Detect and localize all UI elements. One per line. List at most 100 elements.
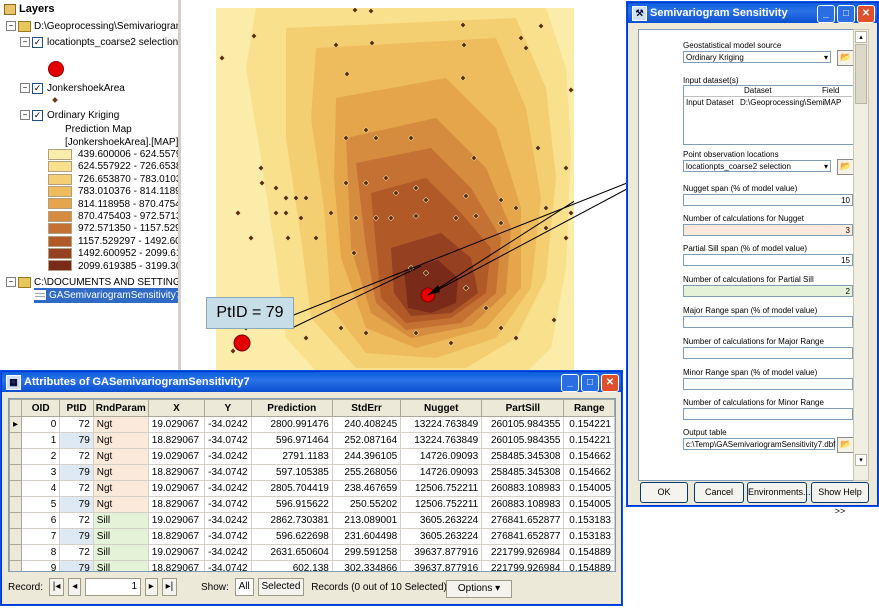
layer-visibility-checkbox[interactable]: ✓ xyxy=(32,109,43,121)
column-header[interactable]: PartSill xyxy=(481,399,565,417)
minor-span-input[interactable] xyxy=(683,378,853,390)
column-header[interactable]: Y xyxy=(204,399,252,417)
minimize-button[interactable]: _ xyxy=(561,374,579,392)
minimize-button[interactable]: _ xyxy=(817,5,835,23)
nugget-calc-label: Number of calculations for Nugget xyxy=(683,214,804,223)
row-selector[interactable] xyxy=(9,432,23,449)
column-header[interactable]: Prediction xyxy=(250,399,333,417)
toc-layer-selection[interactable]: − ✓ locationpts_coarse2 selection xyxy=(20,35,178,50)
grid-row-field[interactable]: MAP xyxy=(824,98,841,107)
cancel-button[interactable]: Cancel xyxy=(694,482,744,503)
table-cell: -34.0742 xyxy=(204,560,252,571)
next-record-button[interactable]: ▸ xyxy=(144,578,158,597)
attribute-grid[interactable]: OID PtID RndParam X Y Prediction StdErr Nugget P… xyxy=(8,398,616,572)
row-selector[interactable] xyxy=(9,560,23,571)
grid-row-dataset[interactable]: D:\Geoprocessing\Semi xyxy=(740,98,824,107)
table-cell: 240.408245 xyxy=(331,416,402,433)
selected-point-79[interactable] xyxy=(233,334,251,352)
row-selector[interactable] xyxy=(9,496,23,513)
layers-header[interactable]: Layers xyxy=(4,2,54,17)
row-selector[interactable]: ▸ xyxy=(9,416,23,433)
row-selector[interactable] xyxy=(9,528,23,545)
dropdown-arrow-icon: ▾ xyxy=(495,583,501,594)
table-row[interactable]: 4 72 Ngt 19.029067 -34.0242 2805.704419 238.46… xyxy=(9,480,615,497)
input-datasets-grid[interactable]: Dataset Field Input Dataset D:\Geoproces… xyxy=(683,85,855,145)
environments-button[interactable]: Environments... xyxy=(747,482,811,503)
scroll-down-icon[interactable]: ▾ xyxy=(855,454,867,466)
row-selector[interactable] xyxy=(9,512,23,529)
table-cell: -34.0242 xyxy=(204,480,252,497)
table-row[interactable]: ▸ 0 72 Ngt 19.029067 -34.0242 2800.991476 240.4… xyxy=(9,416,615,433)
scroll-up-icon[interactable]: ▴ xyxy=(855,31,867,43)
legend-label: 814.118958 - 870.475403 xyxy=(78,198,181,210)
table-cell: 0.154005 xyxy=(563,496,615,513)
minor-span-label: Minor Range span (% of model value) xyxy=(683,368,818,377)
nugget-calc-input[interactable]: 3 xyxy=(683,224,853,236)
close-button[interactable]: ✕ xyxy=(857,5,875,23)
ok-button[interactable]: OK xyxy=(640,482,688,503)
table-cell: 19.029067 xyxy=(147,544,206,561)
attributes-titlebar[interactable]: ▦ Attributes of GASemivariogramSensitivi… xyxy=(2,372,621,392)
table-row[interactable]: 5 79 Ngt 18.829067 -34.0742 596.915622 250.552… xyxy=(9,496,615,513)
column-header[interactable]: RndParam xyxy=(92,399,149,417)
column-header[interactable]: PtID xyxy=(59,399,94,417)
show-all-button[interactable]: All xyxy=(234,578,254,597)
collapse-icon[interactable]: − xyxy=(6,277,16,288)
layer-label: Ordinary Kriging xyxy=(47,110,120,121)
toc-table-label: GASemivariogramSensitivity7 xyxy=(49,290,181,301)
output-table-input[interactable]: c:\Temp\GASemivariogramSensitivity7.dbf xyxy=(683,438,835,450)
table-row[interactable]: 1 79 Ngt 18.829067 -34.0742 596.971464 252.087… xyxy=(9,432,615,449)
row-selector[interactable] xyxy=(9,464,23,481)
layer-visibility-checkbox[interactable]: ✓ xyxy=(32,36,43,48)
row-selector[interactable] xyxy=(9,480,23,497)
table-row[interactable]: 6 72 Sill 19.029067 -34.0242 2862.730381 213.0… xyxy=(9,512,615,529)
table-row[interactable]: 8 72 Sill 19.029067 -34.0242 2631.650604 299.5… xyxy=(9,544,615,561)
geo-model-select[interactable]: Ordinary Kriging xyxy=(683,51,831,64)
prev-record-button[interactable]: ◂ xyxy=(68,578,82,597)
vertical-scrollbar[interactable]: ▴ ▾ xyxy=(853,29,869,481)
major-calc-input[interactable] xyxy=(683,347,853,359)
first-record-button[interactable]: |◂ xyxy=(48,578,65,597)
table-cell: 4 xyxy=(21,480,61,497)
column-header[interactable]: X xyxy=(147,399,206,417)
table-row[interactable]: 3 79 Ngt 18.829067 -34.0742 597.105385 255.268… xyxy=(9,464,615,481)
show-help-button[interactable]: Show Help >> xyxy=(811,482,869,516)
collapse-icon[interactable]: − xyxy=(20,83,30,94)
table-cell: Ngt xyxy=(92,432,149,449)
toc-table-item[interactable]: GASemivariogramSensitivity7 xyxy=(34,288,181,303)
column-header[interactable]: Nugget xyxy=(400,399,483,417)
column-header[interactable]: StdErr xyxy=(331,399,402,417)
minor-calc-input[interactable] xyxy=(683,408,853,420)
toc-layer-kriging[interactable]: − ✓ Ordinary Kriging xyxy=(20,108,119,123)
row-selector[interactable] xyxy=(9,544,23,561)
collapse-icon[interactable]: − xyxy=(20,110,30,121)
psill-calc-input[interactable]: 2 xyxy=(683,285,853,297)
maximize-button[interactable]: □ xyxy=(837,5,855,23)
maximize-button[interactable]: □ xyxy=(581,374,599,392)
table-row[interactable]: 2 72 Ngt 19.029067 -34.0242 2791.1183 244.3961… xyxy=(9,448,615,465)
collapse-icon[interactable]: − xyxy=(6,21,16,32)
major-span-input[interactable] xyxy=(683,316,853,328)
table-row[interactable]: 7 79 Sill 18.829067 -34.0742 596.622698 231.60… xyxy=(9,528,615,545)
scroll-thumb[interactable] xyxy=(855,44,867,104)
semivariogram-titlebar[interactable]: ⚒ Semivariogram Sensitivity _ □ ✕ xyxy=(628,3,877,23)
row-selector[interactable] xyxy=(9,448,23,465)
column-header[interactable]: OID xyxy=(21,399,61,417)
nugget-span-input[interactable]: 10 xyxy=(683,194,853,206)
selected-point-72[interactable] xyxy=(420,287,436,303)
layer-visibility-checkbox[interactable]: ✓ xyxy=(32,82,43,94)
record-number-input[interactable]: 1 xyxy=(85,578,142,597)
legend-swatch xyxy=(48,210,72,222)
close-button[interactable]: ✕ xyxy=(601,374,619,392)
psill-span-input[interactable]: 15 xyxy=(683,254,853,266)
column-header[interactable]: Range xyxy=(563,399,615,417)
table-row[interactable]: 9 79 Sill 18.829067 -34.0742 602.138 302.33486… xyxy=(9,560,615,571)
toc-group-geoprocessing[interactable]: − D:\Geoprocessing\SemivariogramSe xyxy=(6,19,178,34)
show-selected-button[interactable]: Selected xyxy=(257,578,305,597)
last-record-button[interactable]: ▸| xyxy=(161,578,178,597)
point-locations-select[interactable]: locationpts_coarse2 selection xyxy=(683,160,831,173)
collapse-icon[interactable]: − xyxy=(20,37,30,48)
options-button[interactable]: Options ▾ xyxy=(446,580,512,598)
toc-layer-area[interactable]: − ✓ JonkershoekArea xyxy=(20,81,125,96)
semivariogram-title: Semivariogram Sensitivity xyxy=(650,7,788,19)
